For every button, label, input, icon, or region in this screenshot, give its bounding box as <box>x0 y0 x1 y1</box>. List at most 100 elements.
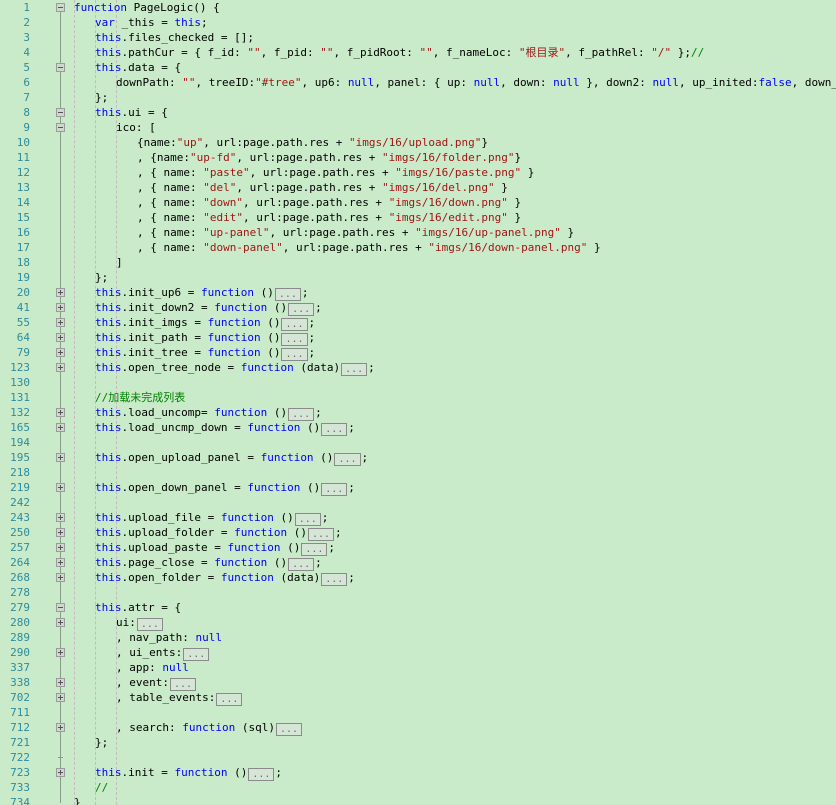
fold-expand-icon[interactable] <box>56 525 68 540</box>
code-line[interactable]: 15 , { name: "edit", url:page.path.res + … <box>0 210 836 225</box>
code-line[interactable]: 165 this.load_uncmp_down = function ()...… <box>0 420 836 436</box>
code-line[interactable]: 264 this.page_close = function ()...; <box>0 555 836 571</box>
code-line[interactable]: 257 this.upload_paste = function ()...; <box>0 540 836 556</box>
code-line[interactable]: 337 , app: null <box>0 660 836 675</box>
code-line[interactable]: 55 this.init_imgs = function ()...; <box>0 315 836 331</box>
code-line[interactable]: 12 , { name: "paste", url:page.path.res +… <box>0 165 836 180</box>
code-text[interactable]: , search: function (sql)... <box>116 720 303 736</box>
code-line[interactable]: 243 this.upload_file = function ()...; <box>0 510 836 526</box>
code-text[interactable]: this.open_down_panel = function ()...; <box>95 480 355 496</box>
code-text[interactable]: {name:"up", url:page.path.res + "imgs/16… <box>137 135 488 150</box>
code-line[interactable]: 8 this.ui = { <box>0 105 836 120</box>
code-text[interactable]: }; <box>95 90 108 105</box>
code-line[interactable]: 723 this.init = function ()...; <box>0 765 836 781</box>
code-text[interactable]: ] <box>116 255 123 270</box>
code-text[interactable]: this.init_imgs = function ()...; <box>95 315 315 331</box>
code-line[interactable]: 195 this.open_upload_panel = function ().… <box>0 450 836 466</box>
fold-expand-icon[interactable] <box>56 480 68 495</box>
code-line[interactable]: 132 this.load_uncomp= function ()...; <box>0 405 836 421</box>
fold-collapse-icon[interactable] <box>56 60 68 75</box>
code-text[interactable]: this.init_up6 = function ()...; <box>95 285 309 301</box>
code-text[interactable]: , nav_path: null <box>116 630 222 645</box>
code-line[interactable]: 290 , ui_ents:... <box>0 645 836 661</box>
code-line[interactable]: 131 //加载未完成列表 <box>0 390 836 405</box>
code-text[interactable]: ico: [ <box>116 120 156 135</box>
code-text[interactable]: , { name: "down-panel", url:page.path.re… <box>137 240 601 255</box>
fold-collapse-icon[interactable] <box>56 120 68 135</box>
code-line[interactable]: 11 , {name:"up-fd", url:page.path.res + "… <box>0 150 836 165</box>
code-line[interactable]: 289 , nav_path: null <box>0 630 836 645</box>
code-line[interactable]: 3 this.files_checked = []; <box>0 30 836 45</box>
code-line[interactable]: 338 , event:... <box>0 675 836 691</box>
fold-expand-icon[interactable] <box>56 645 68 660</box>
code-line[interactable]: 2 var _this = this; <box>0 15 836 30</box>
fold-expand-icon[interactable] <box>56 540 68 555</box>
code-line[interactable]: 268 this.open_folder = function (data)...… <box>0 570 836 586</box>
code-line[interactable]: 734} <box>0 795 836 805</box>
code-text[interactable]: , table_events:... <box>116 690 243 706</box>
code-text[interactable]: , { name: "del", url:page.path.res + "im… <box>137 180 508 195</box>
code-line[interactable]: 194 <box>0 435 836 450</box>
code-line[interactable]: 9 ico: [ <box>0 120 836 135</box>
code-line[interactable]: 130 <box>0 375 836 390</box>
code-text[interactable]: function PageLogic() { <box>74 0 220 15</box>
code-line[interactable]: 219 this.open_down_panel = function ()...… <box>0 480 836 496</box>
code-line[interactable]: 19}; <box>0 270 836 285</box>
code-text[interactable]: , { name: "up-panel", url:page.path.res … <box>137 225 574 240</box>
code-line[interactable]: 279 this.attr = { <box>0 600 836 615</box>
code-text[interactable]: ui:... <box>116 615 164 631</box>
code-text[interactable]: this.init_tree = function ()...; <box>95 345 315 361</box>
fold-collapse-icon[interactable] <box>56 600 68 615</box>
code-text[interactable]: this.data = { <box>95 60 181 75</box>
code-line[interactable]: 702 , table_events:... <box>0 690 836 706</box>
code-text[interactable]: }; <box>95 735 108 750</box>
code-text[interactable]: this.load_uncomp= function ()...; <box>95 405 322 421</box>
code-line[interactable]: 16 , { name: "up-panel", url:page.path.re… <box>0 225 836 240</box>
code-text[interactable]: }; <box>95 270 108 285</box>
code-text[interactable]: this.pathCur = { f_id: "", f_pid: "", f_… <box>95 45 704 60</box>
code-text[interactable]: , { name: "down", url:page.path.res + "i… <box>137 195 521 210</box>
code-text[interactable]: this.upload_folder = function ()...; <box>95 525 342 541</box>
code-line[interactable]: 13 , { name: "del", url:page.path.res + "… <box>0 180 836 195</box>
code-text[interactable]: this.page_close = function ()...; <box>95 555 322 571</box>
fold-expand-icon[interactable] <box>56 315 68 330</box>
fold-expand-icon[interactable] <box>56 360 68 375</box>
code-line[interactable]: 242 <box>0 495 836 510</box>
code-text[interactable]: this.open_upload_panel = function ()...; <box>95 450 368 466</box>
fold-expand-icon[interactable] <box>56 300 68 315</box>
code-line[interactable]: 250 this.upload_folder = function ()...; <box>0 525 836 541</box>
code-editor-pane[interactable]: 1 function PageLogic() {2 var _this = this… <box>0 0 836 805</box>
code-line[interactable]: 18] <box>0 255 836 270</box>
code-line[interactable]: 280 ui:... <box>0 615 836 631</box>
code-line[interactable]: 5 this.data = { <box>0 60 836 75</box>
code-text[interactable]: this.open_tree_node = function (data)...… <box>95 360 375 376</box>
code-line[interactable]: 1 function PageLogic() { <box>0 0 836 15</box>
code-text[interactable]: this.load_uncmp_down = function ()...; <box>95 420 355 436</box>
fold-collapse-icon[interactable] <box>56 105 68 120</box>
code-text[interactable]: , event:... <box>116 675 197 691</box>
code-text[interactable]: this.files_checked = []; <box>95 30 254 45</box>
fold-expand-icon[interactable] <box>56 765 68 780</box>
code-line[interactable]: 721}; <box>0 735 836 750</box>
code-line[interactable]: 711 <box>0 705 836 720</box>
code-text[interactable]: var _this = this; <box>95 15 208 30</box>
code-text[interactable]: this.ui = { <box>95 105 168 120</box>
code-lines-container[interactable]: 1 function PageLogic() {2 var _this = this… <box>0 0 836 805</box>
code-line[interactable]: 733 // <box>0 780 836 795</box>
code-line[interactable]: 17 , { name: "down-panel", url:page.path.… <box>0 240 836 255</box>
code-line[interactable]: 7}; <box>0 90 836 105</box>
code-line[interactable]: 20 this.init_up6 = function ()...; <box>0 285 836 301</box>
fold-expand-icon[interactable] <box>56 570 68 585</box>
code-text[interactable]: this.attr = { <box>95 600 181 615</box>
code-text[interactable]: , {name:"up-fd", url:page.path.res + "im… <box>137 150 521 165</box>
code-line[interactable]: 712 , search: function (sql)... <box>0 720 836 736</box>
code-line[interactable]: 722 <box>0 750 836 765</box>
fold-expand-icon[interactable] <box>56 405 68 420</box>
code-line[interactable]: 278 <box>0 585 836 600</box>
code-line[interactable]: 79 this.init_tree = function ()...; <box>0 345 836 361</box>
fold-collapse-icon[interactable] <box>56 0 68 15</box>
fold-expand-icon[interactable] <box>56 285 68 300</box>
code-text[interactable]: this.init = function ()...; <box>95 765 282 781</box>
fold-expand-icon[interactable] <box>56 510 68 525</box>
code-text[interactable]: , app: null <box>116 660 189 675</box>
